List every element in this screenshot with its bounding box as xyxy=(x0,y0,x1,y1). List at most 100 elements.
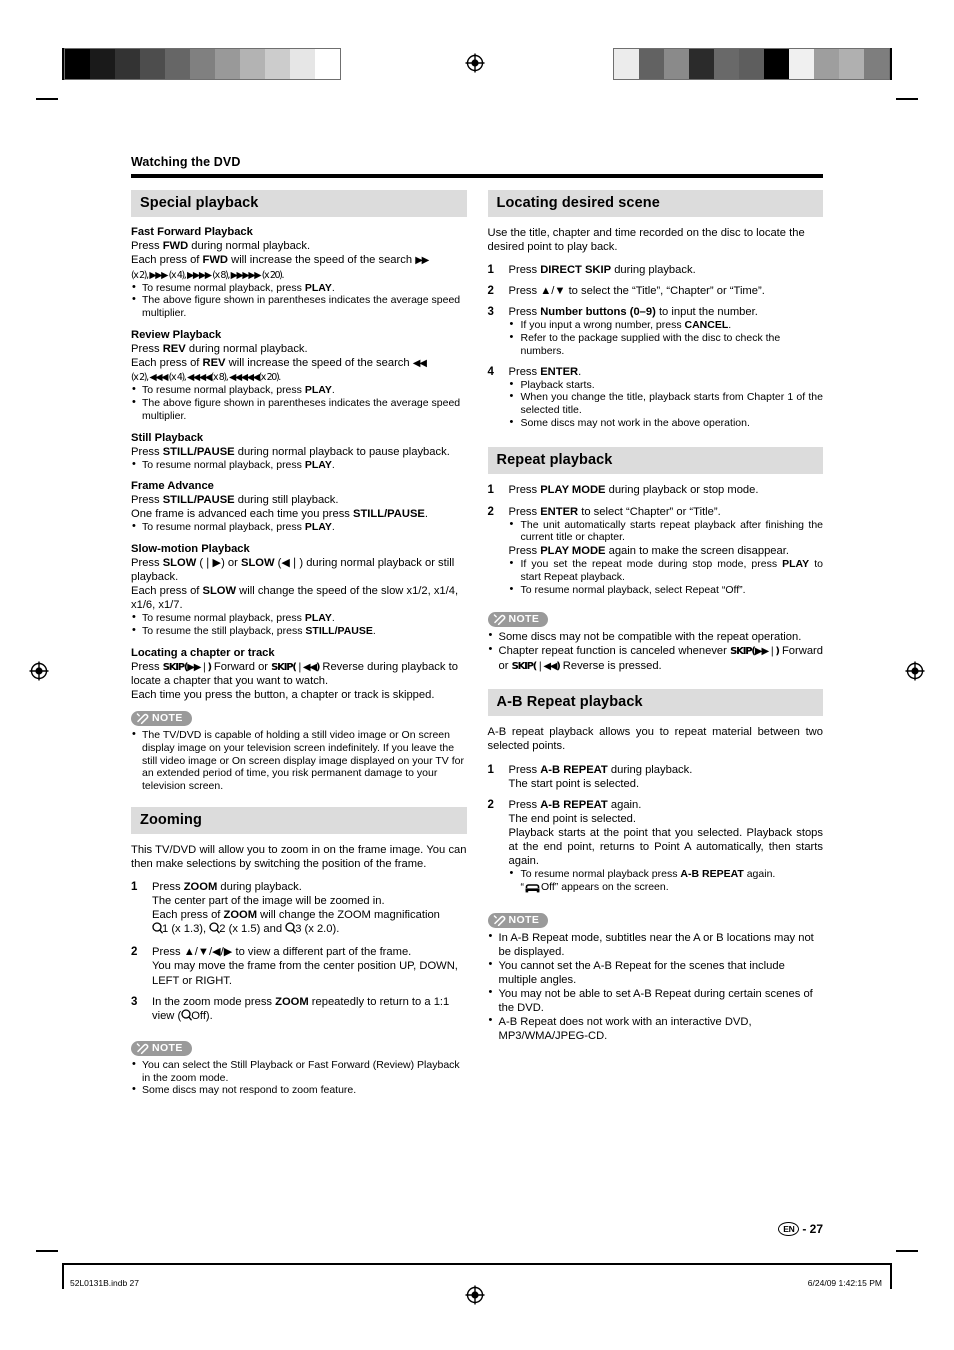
step-sub: The center part of the image will be zoo… xyxy=(152,895,385,907)
list-item: Some discs may not be compatible with th… xyxy=(488,629,824,644)
section-title: Zooming xyxy=(140,811,202,828)
section-title: A-B Repeat playback xyxy=(496,694,643,711)
skip-forward-icon: SKIP(▶▶❘) xyxy=(162,661,212,673)
language-badge: EN xyxy=(778,1222,800,1236)
list-item: The above figure shown in parentheses in… xyxy=(131,396,467,422)
txt: again to make the screen disappear. xyxy=(605,545,789,558)
list-item: 2 Press A-B REPEAT again. The end point … xyxy=(488,798,824,897)
slow-motion-body: Press SLOW (❘▶) or SLOW (◀❘) during norm… xyxy=(131,556,467,612)
step-bullets: Playback starts. When you change the tit… xyxy=(509,378,823,430)
step-number: 3 xyxy=(487,306,494,319)
key-still-pause: STILL/PAUSE xyxy=(305,624,373,637)
step-sub: The start point is selected. xyxy=(508,777,640,790)
review-speed-list: (x 2), ◀◀◀ (x 4), ◀◀◀◀(x 8), ◀◀◀◀◀(x 20)… xyxy=(131,372,281,384)
list-item: 2 Press ▲/▼/◀/▶ to view a different part… xyxy=(131,945,467,987)
special-playback-note-bullets: The TV/DVD is capable of holding a still… xyxy=(131,728,467,793)
txt: Off” appears on the screen. xyxy=(541,881,669,893)
txt: during normal playback to pause playback… xyxy=(234,445,450,458)
key-play-mode: PLAY MODE xyxy=(540,545,606,558)
txt: Press xyxy=(131,240,163,252)
list-item: 1 Press ZOOM during playback. The center… xyxy=(131,880,467,938)
list-item: 4 Press ENTER. Playback starts. When you… xyxy=(488,365,824,430)
subsection-heading-still-playback: Still Playback xyxy=(131,431,204,444)
page-number-block: EN - 27 xyxy=(778,1222,823,1236)
note-label: NOTE xyxy=(152,1041,183,1054)
registration-target-icon-left xyxy=(28,660,50,682)
txt: . xyxy=(578,365,582,378)
txt: Off). xyxy=(191,1009,213,1022)
section-title: Special playback xyxy=(140,195,259,211)
fast-forward-body: Press FWD during normal playback. Each pr… xyxy=(131,239,467,282)
subsection-heading-fast-forward: Fast Forward Playback xyxy=(131,226,253,238)
step-number: 3 xyxy=(131,995,138,1008)
list-item: The TV/DVD is capable of holding a still… xyxy=(131,728,467,793)
list-item: The unit automatically starts repeat pla… xyxy=(509,518,823,544)
txt: Press xyxy=(508,545,541,558)
txt: to input the number. xyxy=(655,306,758,319)
list-item: You cannot set the A-B Repeat for the sc… xyxy=(488,958,824,987)
txt: Press xyxy=(131,494,163,507)
list-item: A-B Repeat does not work with an interac… xyxy=(488,1014,824,1043)
step-number: 2 xyxy=(487,285,494,298)
swatch-4 xyxy=(714,49,739,79)
review-bullets: To resume normal playback, press PLAY. T… xyxy=(131,383,467,422)
list-item: When you change the title, playback star… xyxy=(509,390,823,416)
txt: . xyxy=(424,508,429,521)
list-item: In A-B Repeat mode, subtitles near the A… xyxy=(488,930,824,959)
list-item: To resume normal playback press A-B REPE… xyxy=(509,867,824,896)
locating-scene-steps: 1 Press DIRECT SKIP during playback. 2 P… xyxy=(488,263,824,429)
manual-page: Watching the DVD Special playback Fast F… xyxy=(0,0,954,1350)
txt: Press xyxy=(131,660,163,673)
registration-target-icon-right xyxy=(904,660,926,682)
slow-motion-bullets: To resume normal playback, press PLAY. T… xyxy=(131,611,467,637)
txt: Press xyxy=(131,557,163,570)
calibration-strip-left xyxy=(62,48,341,80)
swatch-6 xyxy=(215,49,240,79)
swatch-5 xyxy=(190,49,215,79)
frame-advance-body: Press STILL/PAUSE during still playback.… xyxy=(131,493,467,521)
crop-mark xyxy=(36,98,58,100)
skip-reverse-icon: SKIP(❘◀◀) xyxy=(271,661,320,673)
list-item: To resume normal playback, press PLAY. xyxy=(131,611,467,625)
swatch-0 xyxy=(65,49,90,79)
zooming-intro: This TV/DVD will allow you to zoom in on… xyxy=(131,843,467,870)
ab-repeat-steps: 1 Press A-B REPEAT during playback. The … xyxy=(488,763,824,897)
list-item: To resume normal playback, press PLAY. xyxy=(131,520,467,534)
grayscale-swatches-right xyxy=(613,48,890,80)
key-still-pause: STILL/PAUSE xyxy=(162,494,235,507)
key-play-mode: PLAY MODE xyxy=(540,484,606,497)
note-label: NOTE xyxy=(508,913,540,926)
swatch-10 xyxy=(864,49,889,79)
txt: during playback. xyxy=(217,880,302,893)
key-enter: ENTER xyxy=(540,505,579,518)
list-item: 2 Press ENTER to select “Chapter” or “Ti… xyxy=(488,505,824,597)
subsection-heading-locating-chapter: Locating a chapter or track xyxy=(131,646,275,659)
swatch-4 xyxy=(165,49,190,79)
txt: Press xyxy=(131,445,163,458)
key-play: PLAY xyxy=(304,384,332,397)
key-slow: SLOW xyxy=(162,557,197,570)
key-play: PLAY xyxy=(304,281,332,294)
key-ab-repeat: A-B REPEAT xyxy=(680,868,744,881)
step-number: 1 xyxy=(487,264,494,277)
calibration-strip-right xyxy=(613,48,892,80)
section-title: Locating desired scene xyxy=(496,195,660,211)
step-sub: The end point is selected. xyxy=(508,812,637,825)
txt: will increase the speed of the search xyxy=(228,254,416,267)
swatch-2 xyxy=(664,49,689,79)
swatch-2 xyxy=(115,49,140,79)
page-content: Watching the DVD Special playback Fast F… xyxy=(131,155,823,1097)
zooming-note-bullets: You can select the Still Playback or Fas… xyxy=(131,1058,467,1097)
registration-target-icon xyxy=(464,52,486,74)
step-sub: Playback starts at the point that you se… xyxy=(508,826,824,868)
subsection-heading-slow-motion: Slow-motion Playback xyxy=(131,543,250,556)
step-main: Press ZOOM during playback. xyxy=(152,881,302,893)
list-item: To resume normal playback, press PLAY. xyxy=(131,383,467,397)
key-direct-skip: DIRECT SKIP xyxy=(540,264,612,277)
txt: Press xyxy=(508,505,541,518)
section-header-special-playback: Special playback xyxy=(131,190,467,217)
swatch-3 xyxy=(140,49,165,79)
step-number: 2 xyxy=(487,505,494,518)
step-number: 2 xyxy=(131,946,138,959)
step-main: Press ▲/▼ to select the “Title”, “Chapte… xyxy=(508,285,765,298)
